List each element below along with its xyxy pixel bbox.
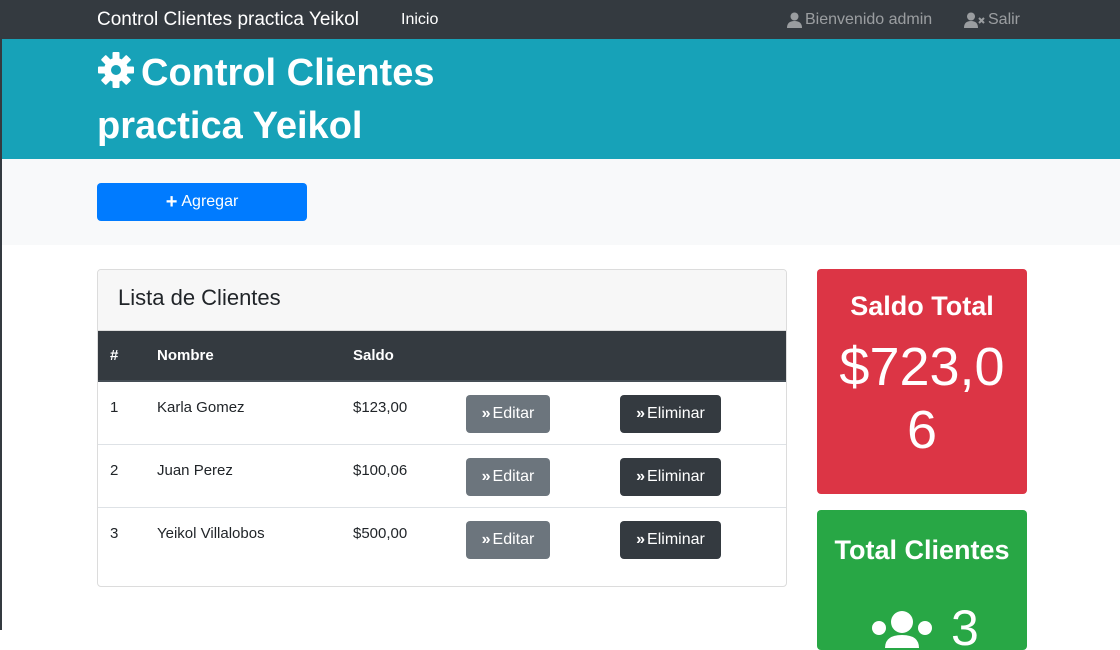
page-header: Control Clientes practica Yeikol — [2, 39, 1120, 159]
column-header-nombre: Nombre — [157, 331, 353, 382]
actions-bar: + Agregar — [2, 159, 1120, 245]
column-header-number: # — [98, 331, 157, 382]
delete-button[interactable]: » Eliminar — [620, 457, 721, 496]
delete-label: Eliminar — [647, 467, 705, 485]
edit-button[interactable]: » Editar — [466, 395, 550, 433]
saldo-total-value: $723,06 — [839, 337, 1005, 460]
saldo-total-title: Saldo Total — [850, 291, 994, 321]
angle-double-right-icon: » — [481, 467, 491, 485]
delete-button[interactable]: » Eliminar — [620, 395, 721, 433]
add-client-button[interactable]: + Agregar — [97, 183, 307, 221]
edit-label: Editar — [492, 405, 535, 422]
table-row: 3 Yeikol Villalobos $500,00 » Editar » E… — [98, 507, 786, 570]
navbar: Control Clientes practica Yeikol Inicio … — [0, 0, 1120, 39]
client-name: Juan Perez — [157, 461, 233, 479]
clients-card: Lista de Clientes # Nombre Saldo 1 Karla… — [97, 269, 787, 587]
angle-double-right-icon: » — [481, 405, 491, 422]
client-saldo: $100,06 — [353, 461, 408, 479]
users-icon — [872, 611, 932, 648]
client-name: Karla Gomez — [157, 399, 245, 416]
edit-label: Editar — [492, 467, 535, 485]
table-row: 2 Juan Perez $100,06 » Editar » Eliminar — [98, 444, 786, 507]
column-header-edit — [466, 331, 620, 382]
edit-label: Editar — [492, 530, 535, 548]
nav-user-label: Bienvenido admin — [805, 11, 933, 28]
angle-double-right-icon: » — [636, 405, 645, 422]
clients-table: # Nombre Saldo 1 Karla Gomez $123,00 » E… — [98, 331, 786, 570]
total-clientes-title: Total Clientes — [834, 535, 1010, 565]
gear-icon — [97, 51, 135, 102]
total-clientes-card: Total Clientes 3 — [817, 510, 1027, 650]
page-title: Control Clientes practica Yeikol — [97, 49, 477, 151]
row-number: 2 — [110, 461, 119, 479]
edit-button[interactable]: » Editar — [466, 457, 550, 496]
saldo-total-card: Saldo Total $723,06 — [817, 269, 1027, 494]
row-number: 1 — [110, 399, 119, 416]
nav-link-salir[interactable]: Salir — [964, 11, 1020, 29]
client-saldo: $123,00 — [353, 399, 408, 416]
navbar-brand[interactable]: Control Clientes practica Yeikol — [97, 9, 359, 31]
column-header-saldo: Saldo — [353, 331, 466, 382]
total-clientes-value: 3 — [951, 600, 979, 650]
row-number: 3 — [110, 524, 119, 542]
clients-card-header: Lista de Clientes — [98, 270, 786, 331]
nav-link-user[interactable]: Bienvenido admin — [787, 11, 932, 29]
column-header-delete — [620, 331, 786, 382]
angle-double-right-icon: » — [636, 530, 645, 548]
table-header-row: # Nombre Saldo — [98, 331, 786, 382]
client-name: Yeikol Villalobos — [157, 524, 265, 542]
plus-icon: + — [165, 191, 178, 213]
table-row: 1 Karla Gomez $123,00 » Editar » Elimina… — [98, 381, 786, 444]
user-icon — [787, 12, 802, 28]
add-client-label: Agregar — [181, 193, 239, 210]
clients-card-title: Lista de Clientes — [118, 285, 281, 310]
angle-double-right-icon: » — [636, 467, 645, 485]
page-title-text: Control Clientes practica Yeikol — [97, 52, 435, 147]
nav-link-inicio[interactable]: Inicio — [401, 11, 438, 29]
user-times-icon — [964, 12, 985, 28]
client-saldo: $500,00 — [353, 524, 408, 542]
delete-button[interactable]: » Eliminar — [620, 520, 721, 559]
angle-double-right-icon: » — [481, 530, 491, 548]
delete-label: Eliminar — [647, 530, 705, 548]
edit-button[interactable]: » Editar — [466, 520, 550, 559]
nav-salir-label: Salir — [988, 11, 1021, 28]
delete-label: Eliminar — [647, 405, 705, 422]
total-clientes-value-wrap: 3 — [867, 600, 979, 650]
